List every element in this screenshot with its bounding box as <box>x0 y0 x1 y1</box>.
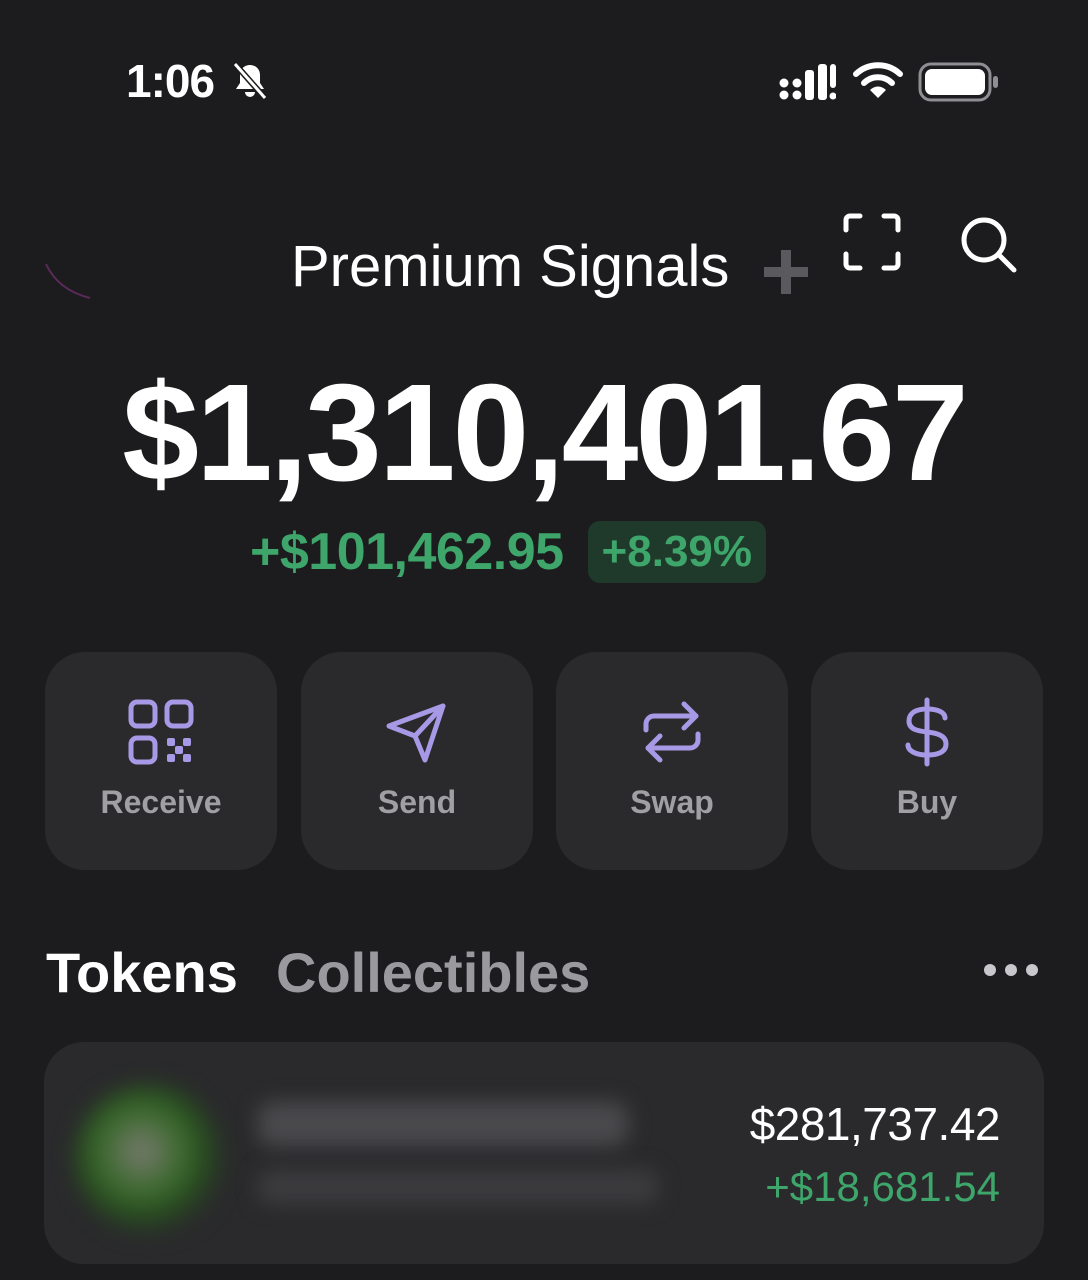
scan-qr-button[interactable] <box>840 210 904 274</box>
tab-tokens[interactable]: Tokens <box>46 938 238 1008</box>
balance-change-amount: +$101,462.95 <box>250 523 564 581</box>
receive-button[interactable]: Receive <box>45 652 277 870</box>
tab-collectibles[interactable]: Collectibles <box>276 938 590 1008</box>
buy-label: Buy <box>896 784 958 820</box>
receive-label: Receive <box>100 784 222 820</box>
wifi-icon <box>853 62 903 98</box>
battery-icon <box>918 62 998 102</box>
paper-plane-icon <box>386 703 446 763</box>
dollar-icon <box>905 697 949 767</box>
token-amount-redacted <box>258 1170 658 1204</box>
send-label: Send <box>377 784 457 820</box>
token-logo <box>74 1084 224 1234</box>
qr-code-icon <box>128 699 194 765</box>
status-time: 1:06 <box>126 55 215 107</box>
bell-muted-icon <box>232 62 268 100</box>
token-value: $281,737.42 <box>749 1098 1001 1150</box>
search-icon[interactable] <box>956 212 1020 276</box>
buy-button[interactable]: Buy <box>811 652 1043 870</box>
wallet-home-screen: 1:06 Premium Signals $1,310,401.67 +$101… <box>0 0 1088 1280</box>
more-options-icon[interactable] <box>980 952 1042 988</box>
total-balance: $1,310,401.67 <box>122 356 969 510</box>
token-name-redacted <box>258 1102 628 1146</box>
token-row[interactable]: $281,737.42 +$18,681.54 <box>44 1042 1044 1264</box>
swap-label: Swap <box>630 784 714 820</box>
send-button[interactable]: Send <box>301 652 533 870</box>
token-change: +$18,681.54 <box>765 1163 1000 1210</box>
swap-arrows-icon <box>643 701 701 763</box>
plus-icon[interactable] <box>760 246 812 298</box>
balance-change-row: +$101,462.95 +8.39% <box>250 518 767 586</box>
account-avatar-edge <box>45 263 91 299</box>
cellular-signal-icon <box>779 64 836 100</box>
header-title: Premium Signals <box>291 234 730 299</box>
balance-change-percent-badge: +8.39% <box>587 521 767 583</box>
swap-button[interactable]: Swap <box>556 652 788 870</box>
